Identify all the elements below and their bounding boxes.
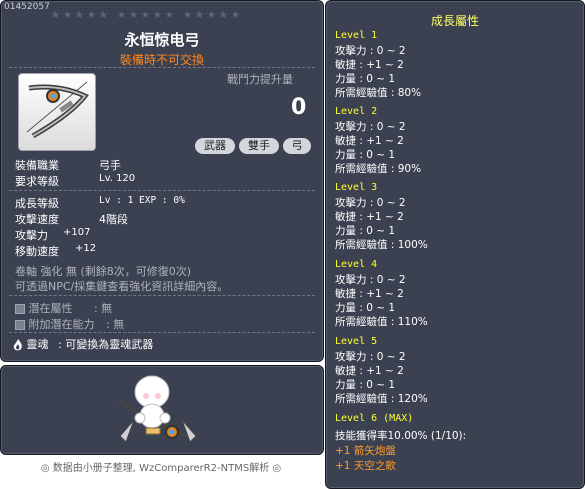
- growth-stat-str: 力量 : 0 ~ 1: [335, 302, 396, 314]
- growth-stat-attack: 攻擊力 : 0 ~ 2: [335, 121, 406, 133]
- star-force-stars: ★★★★★ ★★★★★ ★★★★★: [51, 10, 243, 21]
- growth-stat-exp: 所需經驗值 : 90%: [335, 163, 422, 175]
- job-label: 裝備職業: [15, 159, 59, 172]
- growth-stat-dex: 敏捷 : +1 ~ 2: [335, 211, 404, 223]
- growth-stat-dex: 敏捷 : +1 ~ 2: [335, 135, 404, 147]
- growth-stat-exp: 所需經驗值 : 120%: [335, 393, 428, 405]
- growth-stat-attack: 攻擊力 : 0 ~ 2: [335, 197, 406, 209]
- divider: [9, 67, 315, 68]
- potential-value: : 無: [94, 302, 113, 315]
- growth-level-max-header: Level 6 (MAX): [335, 413, 414, 424]
- item-name: 永恒惊电弓: [124, 31, 200, 49]
- growth-stat-dex: 敏捷 : +1 ~ 2: [335, 365, 404, 377]
- additional-potential-value: : 無: [106, 318, 125, 331]
- additional-potential-icon: [15, 320, 25, 330]
- move-speed-value: +12: [75, 243, 97, 254]
- divider: [9, 190, 315, 191]
- soul-row: 靈魂 : 可變換為靈魂武器: [13, 336, 153, 352]
- attack-label: 攻擊力: [15, 229, 48, 242]
- item-icon: [18, 73, 96, 151]
- growth-level-header: Level 1: [335, 30, 378, 41]
- trade-restriction: 裝備時不可交換: [119, 53, 204, 67]
- combat-power-label: 戰鬥力提升量: [227, 73, 293, 86]
- potential-icon: [15, 304, 25, 314]
- required-level-label: 要求等級: [15, 175, 59, 188]
- potential-label: 潛在屬性: [28, 302, 73, 315]
- growth-level-header: Level 4: [335, 259, 378, 270]
- growth-level-value: Lv : 1 EXP : 0%: [99, 195, 185, 206]
- item-tooltip-panel: 01452057 ★★★★★ ★★★★★ ★★★★★ 永恒惊电弓 裝備時不可交換…: [0, 0, 324, 362]
- growth-level-header: Level 3: [335, 182, 378, 193]
- flame-icon: [13, 339, 23, 351]
- growth-stat-dex: 敏捷 : +1 ~ 2: [335, 288, 404, 300]
- required-level-value: Lv. 120: [99, 173, 136, 184]
- potential-row: 潛在屬性 : 無: [15, 300, 112, 316]
- soul-label: 靈魂: [26, 338, 49, 351]
- growth-level-label: 成長等級: [15, 197, 59, 210]
- npc-hint: 可透過NPC/採集鍵查看強化資訊詳細內容。: [15, 280, 229, 293]
- tag-weapon: 武器: [195, 138, 235, 154]
- scroll-enhance-info: 卷軸 強化 無 (剩餘8次，可修復0次): [15, 265, 192, 278]
- growth-attributes-panel: 成長屬性 Level 1 攻擊力 : 0 ~ 2 敏捷 : +1 ~ 2 力量 …: [325, 0, 585, 489]
- job-value: 弓手: [99, 159, 121, 172]
- divider: [9, 295, 315, 296]
- move-speed-label: 移動速度: [15, 245, 59, 258]
- attack-speed-label: 攻擊速度: [15, 213, 59, 226]
- growth-stat-attack: 攻擊力 : 0 ~ 2: [335, 351, 406, 363]
- growth-level-header: Level 2: [335, 106, 378, 117]
- growth-title: 成長屬性: [430, 14, 479, 28]
- attack-value: +107: [63, 227, 91, 238]
- credit-footer: ◎ 数据由小册子整理, WzComparerR2-NTMS解析 ◎: [40, 463, 282, 474]
- growth-stat-exp: 所需經驗值 : 110%: [335, 316, 428, 328]
- additional-potential-label: 附加潛在能力: [28, 318, 95, 331]
- growth-level-header: Level 5: [335, 336, 378, 347]
- growth-stat-str: 力量 : 0 ~ 1: [335, 149, 396, 161]
- skill-bonus-1: +1 箭矢炮盤: [335, 445, 396, 457]
- growth-stat-str: 力量 : 0 ~ 1: [335, 73, 396, 85]
- growth-stat-attack: 攻擊力 : 0 ~ 2: [335, 45, 406, 57]
- growth-stat-str: 力量 : 0 ~ 1: [335, 379, 396, 391]
- growth-stat-exp: 所需經驗值 : 80%: [335, 87, 422, 99]
- combat-power-value: 0: [291, 95, 307, 120]
- divider: [9, 332, 315, 333]
- attack-speed-value: 4階段: [99, 213, 128, 226]
- growth-stat-attack: 攻擊力 : 0 ~ 2: [335, 274, 406, 286]
- bow-icon: [26, 81, 89, 139]
- growth-stat-exp: 所需經驗值 : 100%: [335, 239, 428, 251]
- character-avatar: [117, 375, 197, 443]
- soul-value: : 可變換為靈魂武器: [58, 338, 154, 351]
- growth-stat-str: 力量 : 0 ~ 1: [335, 225, 396, 237]
- additional-potential-row: 附加潛在能力 : 無: [15, 316, 124, 332]
- tag-bow: 弓: [283, 138, 311, 154]
- item-id: 01452057: [4, 2, 50, 12]
- skill-bonus-2: +1 天空之歌: [335, 460, 396, 472]
- tag-two-handed: 雙手: [239, 138, 279, 154]
- growth-stat-dex: 敏捷 : +1 ~ 2: [335, 59, 404, 71]
- skill-acquire-rate: 技能獲得率10.00% (1/10):: [335, 430, 467, 442]
